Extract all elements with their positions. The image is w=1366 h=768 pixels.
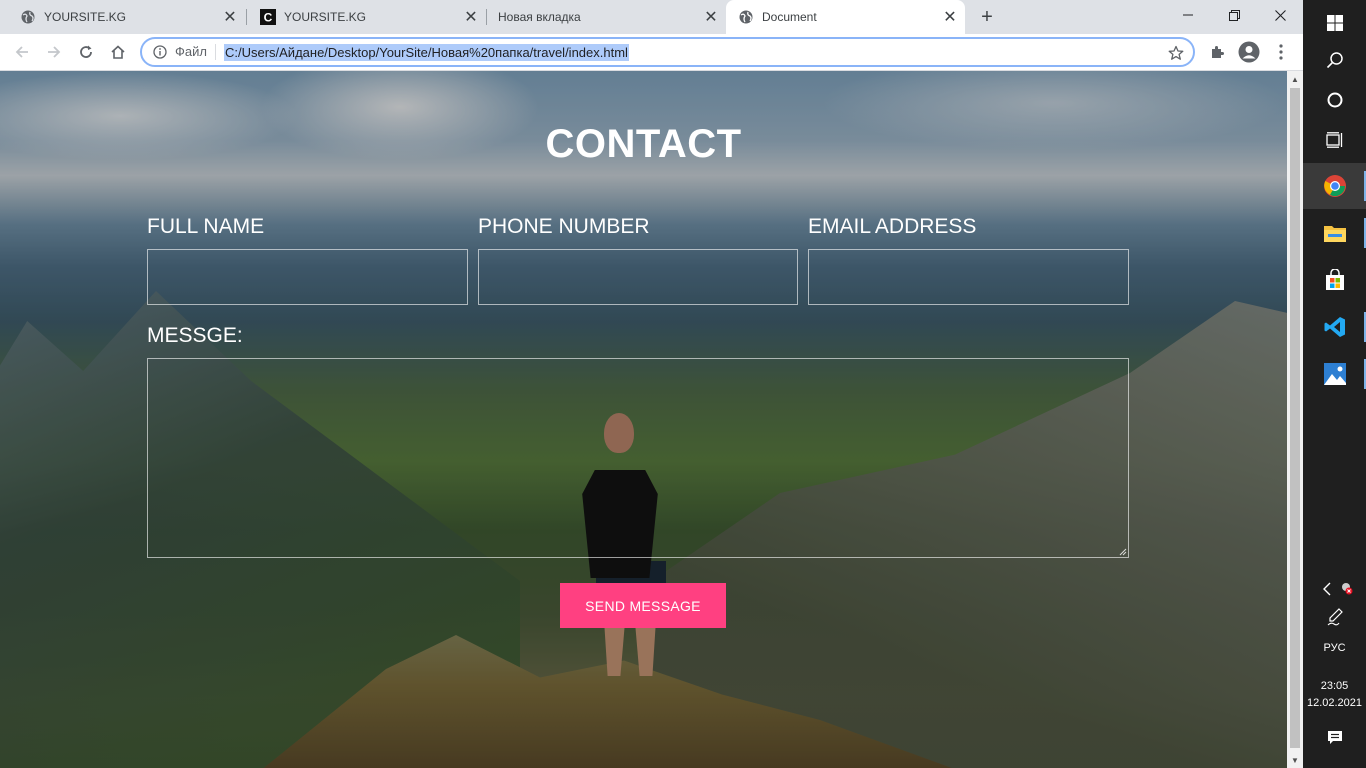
address-bar[interactable]: Файл C:/Users/Айдане/Desktop/YourSite/Но…: [140, 37, 1195, 67]
notifications-icon[interactable]: [1303, 716, 1366, 760]
page-title: CONTACT: [545, 122, 742, 166]
clock-date[interactable]: 12.02.2021: [1303, 697, 1366, 709]
bookmark-star-icon[interactable]: [1167, 44, 1185, 62]
globe-icon: [20, 9, 36, 25]
profile-avatar-icon[interactable]: [1235, 38, 1263, 66]
phone-number-input[interactable]: [478, 249, 798, 305]
close-tab-icon[interactable]: ✕: [702, 8, 720, 26]
close-tab-icon[interactable]: ✕: [221, 8, 239, 26]
back-button[interactable]: [8, 38, 36, 66]
close-tab-icon[interactable]: ✕: [941, 8, 959, 26]
minimize-button[interactable]: [1165, 0, 1211, 30]
send-message-button[interactable]: SEND MESSAGE: [560, 583, 726, 628]
store-icon[interactable]: [1303, 257, 1366, 303]
home-button[interactable]: [104, 38, 132, 66]
message-label: MESSGE:: [147, 324, 243, 347]
extensions-icon[interactable]: [1203, 38, 1231, 66]
language-indicator[interactable]: РУС: [1303, 642, 1366, 654]
restore-button[interactable]: [1211, 0, 1257, 30]
new-tab-button[interactable]: +: [975, 6, 999, 28]
photos-icon[interactable]: [1303, 351, 1366, 397]
info-icon[interactable]: [152, 44, 168, 60]
tab-title: YOURSITE.KG: [284, 10, 367, 24]
vscode-icon[interactable]: [1303, 304, 1366, 350]
message-textarea[interactable]: [147, 358, 1129, 558]
task-view-icon[interactable]: [1303, 117, 1366, 163]
chrome-taskbar-icon[interactable]: [1303, 163, 1366, 209]
tab-document[interactable]: Document ✕: [726, 0, 965, 34]
file-explorer-icon[interactable]: [1303, 210, 1366, 256]
full-name-input[interactable]: [147, 249, 468, 305]
close-window-button[interactable]: [1257, 0, 1303, 30]
forward-button[interactable]: [40, 38, 68, 66]
pen-ink-icon[interactable]: [1303, 597, 1366, 637]
phone-number-label: PHONE NUMBER: [478, 215, 650, 238]
c-logo-icon: C: [260, 9, 276, 25]
globe-icon: [738, 9, 754, 25]
windows-taskbar: РУС 23:05 12.02.2021: [1303, 0, 1366, 768]
email-address-input[interactable]: [808, 249, 1129, 305]
clock-time[interactable]: 23:05: [1303, 680, 1366, 692]
url-text[interactable]: C:/Users/Айдане/Desktop/YourSite/Новая%2…: [223, 43, 629, 61]
resize-handle-icon[interactable]: [1117, 546, 1127, 556]
full-name-label: FULL NAME: [147, 215, 265, 238]
scheme-label: Файл: [175, 44, 216, 60]
tab-strip: YOURSITE.KG ✕ C YOURSITE.KG ✕ Новая вкла…: [0, 0, 1303, 34]
scroll-up-arrow-icon[interactable]: ▲: [1287, 71, 1303, 87]
page-scrollbar[interactable]: ▲ ▼: [1287, 71, 1303, 768]
email-address-label: EMAIL ADDRESS: [808, 215, 977, 238]
tab-new-tab[interactable]: Новая вкладка ✕: [478, 0, 726, 34]
scroll-down-arrow-icon[interactable]: ▼: [1287, 752, 1303, 768]
tab-title: YOURSITE.KG: [44, 10, 127, 24]
scrollbar-thumb[interactable]: [1290, 88, 1300, 748]
browser-toolbar: Файл C:/Users/Айдане/Desktop/YourSite/Но…: [0, 34, 1303, 71]
tab-title: Новая вкладка: [498, 10, 581, 24]
svg-text:C: C: [264, 11, 273, 25]
tab-yoursite-2[interactable]: C YOURSITE.KG ✕: [240, 0, 486, 34]
menu-kebab-icon[interactable]: [1267, 38, 1295, 66]
tab-yoursite-1[interactable]: YOURSITE.KG ✕: [0, 0, 245, 34]
page-viewport: CONTACT FULL NAME PHONE NUMBER EMAIL ADD…: [0, 71, 1287, 768]
reload-button[interactable]: [72, 38, 100, 66]
tab-title: Document: [762, 10, 817, 24]
browser-window: YOURSITE.KG ✕ C YOURSITE.KG ✕ Новая вкла…: [0, 0, 1303, 768]
